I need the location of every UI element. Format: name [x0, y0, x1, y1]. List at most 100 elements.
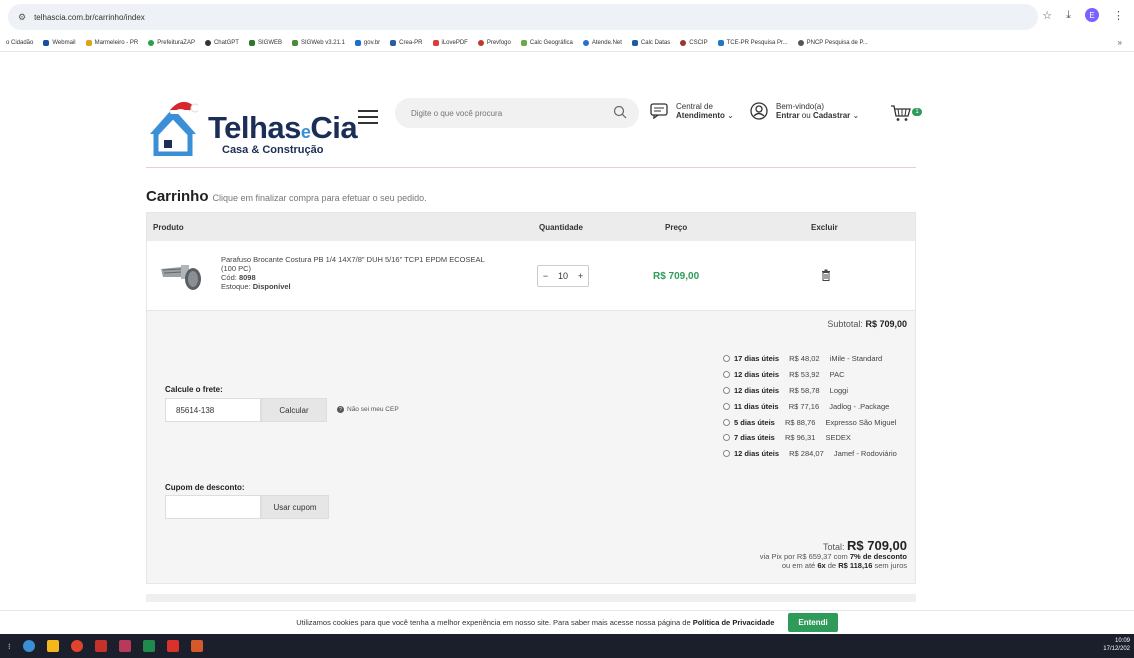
file-explorer-icon[interactable]: [46, 640, 59, 652]
account-menu[interactable]: Bem-vindo(a) Entrar ou Cadastrar ⌄: [750, 102, 859, 120]
chrome-icon[interactable]: [70, 640, 83, 652]
shipping-option[interactable]: 5 dias úteis R$ 88,76 Expresso São Migue…: [723, 414, 897, 430]
bookmarks-overflow-button[interactable]: »: [1118, 38, 1122, 47]
bookmark-item[interactable]: iLovePDF: [432, 39, 468, 46]
cart-button[interactable]: 1: [890, 104, 922, 122]
bookmarks-bar: o Cidadão Webmail Marmeleiro - PR Prefei…: [0, 34, 1134, 52]
privacy-policy-link[interactable]: Política de Privacidade: [693, 618, 775, 627]
item-price: R$ 709,00: [653, 271, 700, 282]
bookmark-item[interactable]: SIGWeb v3.21.1: [292, 39, 345, 46]
profile-avatar[interactable]: E: [1085, 8, 1099, 22]
bookmark-item[interactable]: Crea-PR: [390, 39, 423, 46]
brand-name: TelhaseCia: [208, 110, 358, 145]
browser-address-bar: ⚙ telhascia.com.br/carrinho/index ☆ ⤓ E …: [0, 0, 1134, 34]
shipping-option[interactable]: 12 dias úteis R$ 53,92 PAC: [723, 367, 897, 383]
marmeleiro-icon: [85, 39, 92, 46]
menu-hamburger-icon[interactable]: [358, 110, 378, 125]
bookmark-item[interactable]: gov.br: [354, 39, 380, 46]
subtotal: Subtotal: R$ 709,00: [827, 319, 907, 329]
url-field[interactable]: ⚙ telhascia.com.br/carrinho/index: [8, 4, 1038, 30]
product-info: Parafuso Brocante Costura PB 1/4 14X7/8"…: [221, 255, 501, 291]
central-atendimento[interactable]: Central de Atendimento ⌄: [650, 102, 734, 120]
login-link[interactable]: Entrar: [776, 111, 800, 120]
product-stock: Disponível: [252, 282, 291, 291]
app-grid-icon[interactable]: [190, 640, 203, 652]
cart-table-header: Produto Quantidade Preço Excluir: [147, 213, 915, 241]
search-input[interactable]: [395, 98, 595, 128]
house-logo-icon: [150, 101, 198, 156]
browser-menu-icon[interactable]: ⋮: [1113, 9, 1124, 22]
bookmark-item[interactable]: o Cidadão: [6, 40, 33, 46]
bookmark-item[interactable]: Marmeleiro - PR: [85, 39, 138, 46]
brand-tagline: Casa & Construção: [222, 144, 324, 156]
trash-icon[interactable]: [821, 269, 831, 281]
radio-button[interactable]: [723, 434, 730, 442]
pdf-reader-icon[interactable]: [166, 640, 179, 652]
radio-button[interactable]: [723, 402, 730, 410]
bookmark-item[interactable]: PNCP Pesquisa de P...: [797, 39, 868, 46]
acrobat-icon[interactable]: [118, 640, 131, 652]
help-icon: ?: [337, 406, 344, 413]
bookmark-item[interactable]: Prevfogo: [477, 39, 511, 46]
cookie-text: Utilizamos cookies para que você tenha a…: [296, 618, 775, 627]
bookmark-star-icon[interactable]: ☆: [1042, 9, 1052, 22]
central-line2: Atendimento: [676, 111, 725, 120]
download-icon[interactable]: ⤓: [1066, 9, 1071, 22]
qty-decrease-button[interactable]: −: [543, 271, 548, 281]
bookmark-item[interactable]: Webmail: [43, 39, 76, 46]
quantity-stepper: − 10 +: [537, 265, 589, 287]
bookmark-item[interactable]: SIGWEB: [248, 39, 282, 46]
shipping-option[interactable]: 17 dias úteis R$ 48,02 iMile - Standard: [723, 351, 897, 367]
coupon-input[interactable]: [165, 495, 261, 519]
pix-line: via Pix por R$ 659,37 com 7% de desconto: [759, 552, 907, 561]
prevfogo-icon: [477, 39, 484, 46]
bookmark-item[interactable]: CSCIP: [680, 39, 708, 46]
apply-coupon-button[interactable]: Usar cupom: [261, 495, 329, 519]
webmail-icon: [43, 39, 50, 46]
taskbar: ⁝ 10:09 17/12/202: [0, 634, 1134, 658]
search-icon[interactable]: [613, 105, 627, 119]
system-clock[interactable]: 10:09 17/12/202: [1103, 637, 1130, 653]
shipping-option[interactable]: 11 dias úteis R$ 77,16 Jadlog - .Package: [723, 398, 897, 414]
ilovepdf-icon: [432, 39, 439, 46]
qty-value[interactable]: 10: [558, 271, 568, 281]
radio-button[interactable]: [723, 450, 730, 458]
col-produto: Produto: [153, 223, 184, 232]
order-totals: Total: R$ 709,00 via Pix por R$ 659,37 c…: [759, 538, 907, 570]
site-info-icon[interactable]: ⚙: [18, 12, 26, 23]
bookmark-item[interactable]: Calc Datas: [631, 39, 670, 46]
shipping-option[interactable]: 7 dias úteis R$ 96,31 SEDEX: [723, 430, 897, 446]
bookmark-item[interactable]: Calc Geográfica: [520, 39, 573, 46]
table-row: Parafuso Brocante Costura PB 1/4 14X7/8"…: [147, 241, 915, 311]
radio-button[interactable]: [723, 386, 730, 394]
excel-icon[interactable]: [142, 640, 155, 652]
register-link[interactable]: Cadastrar: [813, 111, 850, 120]
calc-geografica-icon: [520, 39, 527, 46]
total-value: R$ 709,00: [847, 538, 907, 553]
radio-button[interactable]: [723, 371, 730, 379]
autocad-icon[interactable]: [94, 640, 107, 652]
site-logo[interactable]: TelhaseCia Casa & Construção: [146, 88, 358, 160]
radio-button[interactable]: [723, 355, 730, 363]
unknown-cep-link[interactable]: ? Não sei meu CEP: [337, 406, 399, 413]
bookmark-item[interactable]: TCE-PR Pesquisa Pr...: [717, 39, 788, 46]
calculate-shipping-button[interactable]: Calcular: [261, 398, 327, 422]
chevron-down-icon: ⌄: [852, 111, 860, 120]
product-stock-label: Estoque:: [221, 282, 251, 291]
cep-input[interactable]: [165, 398, 261, 422]
shipping-option[interactable]: 12 dias úteis R$ 284,07 Jamef - Rodoviár…: [723, 446, 897, 462]
shipping-calc-label: Calcule o frete:: [165, 385, 223, 394]
installment-line: ou em até 6x de R$ 118,16 sem juros: [781, 561, 907, 570]
radio-button[interactable]: [723, 418, 730, 426]
col-excluir: Excluir: [811, 223, 838, 232]
cookie-accept-button[interactable]: Entendi: [788, 613, 838, 632]
bookmark-item[interactable]: ChatGPT: [204, 39, 239, 46]
shipping-option[interactable]: 12 dias úteis R$ 58,78 Loggi: [723, 383, 897, 399]
bookmark-item[interactable]: PrefeituraZAP: [148, 39, 195, 46]
app-icon[interactable]: [22, 640, 35, 652]
search-icon[interactable]: ⁝: [8, 642, 11, 651]
product-image[interactable]: [159, 255, 207, 293]
qty-increase-button[interactable]: +: [578, 271, 583, 281]
product-name[interactable]: Parafuso Brocante Costura PB 1/4 14X7/8"…: [221, 255, 501, 273]
bookmark-item[interactable]: Atende.Net: [582, 39, 622, 46]
